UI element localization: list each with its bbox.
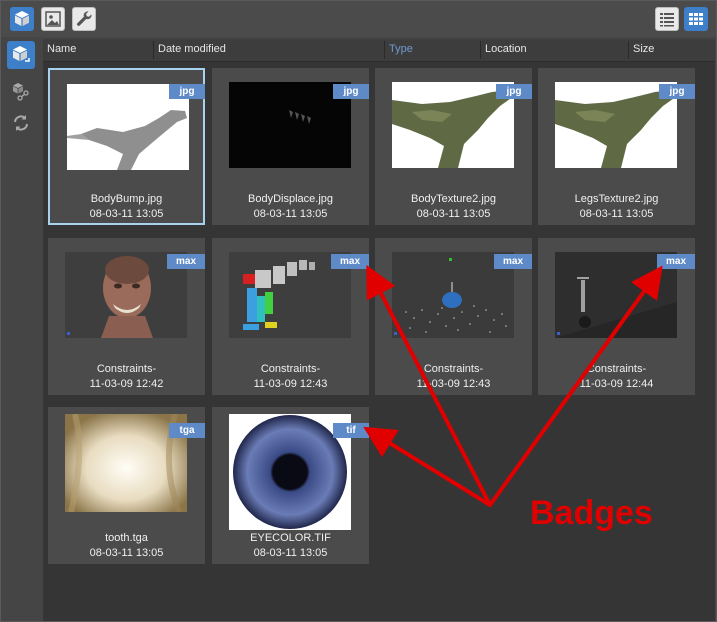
toolbar [1,1,716,37]
file-tile[interactable]: jpg BodyDisplace.jpg 08-03-11 13:05 [212,68,369,225]
file-type-badge: jpg [333,84,369,99]
file-type-badge: jpg [496,84,532,99]
file-type-badge: max [656,254,695,269]
file-tile[interactable]: max Constraints- 11-03-09 12:44 [538,238,695,395]
file-name: LegsTexture2.jpg [574,193,659,205]
sync-icon [14,115,28,131]
column-type[interactable]: Type [389,43,413,55]
file-tile[interactable]: jpg LegsTexture2.jpg 08-03-11 13:05 [538,68,695,225]
file-name: tooth.tga [105,532,148,544]
column-divider[interactable] [384,41,385,59]
file-date: 11-03-09 12:43 [253,378,328,390]
file-name: Constraints- [423,363,484,375]
file-date: 08-03-11 13:05 [253,208,328,220]
file-tile[interactable]: max Constraints- 11-03-09 12:43 [212,238,369,395]
column-size[interactable]: Size [633,43,654,55]
file-type-badge: max [166,254,205,269]
file-type-badge: jpg [659,84,695,99]
file-tile[interactable]: jpg BodyBump.jpg 08-03-11 13:05 [48,68,205,225]
file-type-badge: max [493,254,532,269]
file-date: 11-03-09 12:42 [89,378,164,390]
file-tile[interactable]: max Constraints- 11-03-09 12:43 [375,238,532,395]
file-date: 08-03-11 13:05 [253,547,328,559]
sidebar [1,37,39,621]
image-icon [45,11,61,27]
image-icon-button[interactable] [41,7,65,31]
column-location[interactable]: Location [485,43,527,55]
sidebar-item-dependencies[interactable] [7,77,35,105]
file-type-badge: max [330,254,369,269]
file-name: EYECOLOR.TIF [250,532,331,544]
column-divider[interactable] [153,41,154,59]
dependencies-icon [13,83,29,101]
file-tile[interactable]: jpg BodyTexture2.jpg 08-03-11 13:05 [375,68,532,225]
column-date-modified[interactable]: Date modified [158,43,226,55]
file-name: BodyDisplace.jpg [248,193,333,205]
column-divider[interactable] [628,41,629,59]
file-name: Constraints- [586,363,647,375]
file-date: 08-03-11 13:05 [89,547,164,559]
file-name: Constraints- [96,363,157,375]
wrench-icon [77,11,92,26]
file-date: 08-03-11 13:05 [579,208,654,220]
wrench-icon-button[interactable] [72,7,96,31]
box-icon-button[interactable] [10,7,34,31]
asset-browser-window: Name Date modified Type Location Size jp… [0,0,717,622]
sidebar-item-assets[interactable] [7,41,35,69]
file-date: 11-03-09 12:44 [579,378,654,390]
list-view-button[interactable] [655,7,679,31]
grid-view-icon [689,13,703,25]
column-header: Name Date modified Type Location Size [43,39,715,62]
file-tile[interactable]: tif EYECOLOR.TIF 08-03-11 13:05 [212,407,369,564]
file-name: Constraints- [260,363,321,375]
list-view-icon [660,13,674,27]
file-type-badge: tif [333,423,369,438]
column-divider[interactable] [480,41,481,59]
column-name[interactable]: Name [47,43,76,55]
file-date: 08-03-11 13:05 [89,208,164,220]
file-type-badge: jpg [169,84,205,99]
file-name: BodyTexture2.jpg [411,193,496,205]
file-date: 08-03-11 13:05 [416,208,491,220]
file-browser-panel: Name Date modified Type Location Size jp… [43,39,715,621]
file-tile[interactable]: max Constraints- 11-03-09 12:42 [48,238,205,395]
sidebar-item-sync[interactable] [7,109,35,137]
file-date: 11-03-09 12:43 [416,378,491,390]
assets-icon [13,46,30,62]
file-name: BodyBump.jpg [90,193,163,205]
box-icon [15,11,29,26]
file-tile[interactable]: tga tooth.tga 08-03-11 13:05 [48,407,205,564]
grid-view-button[interactable] [684,7,708,31]
file-type-badge: tga [169,423,205,438]
